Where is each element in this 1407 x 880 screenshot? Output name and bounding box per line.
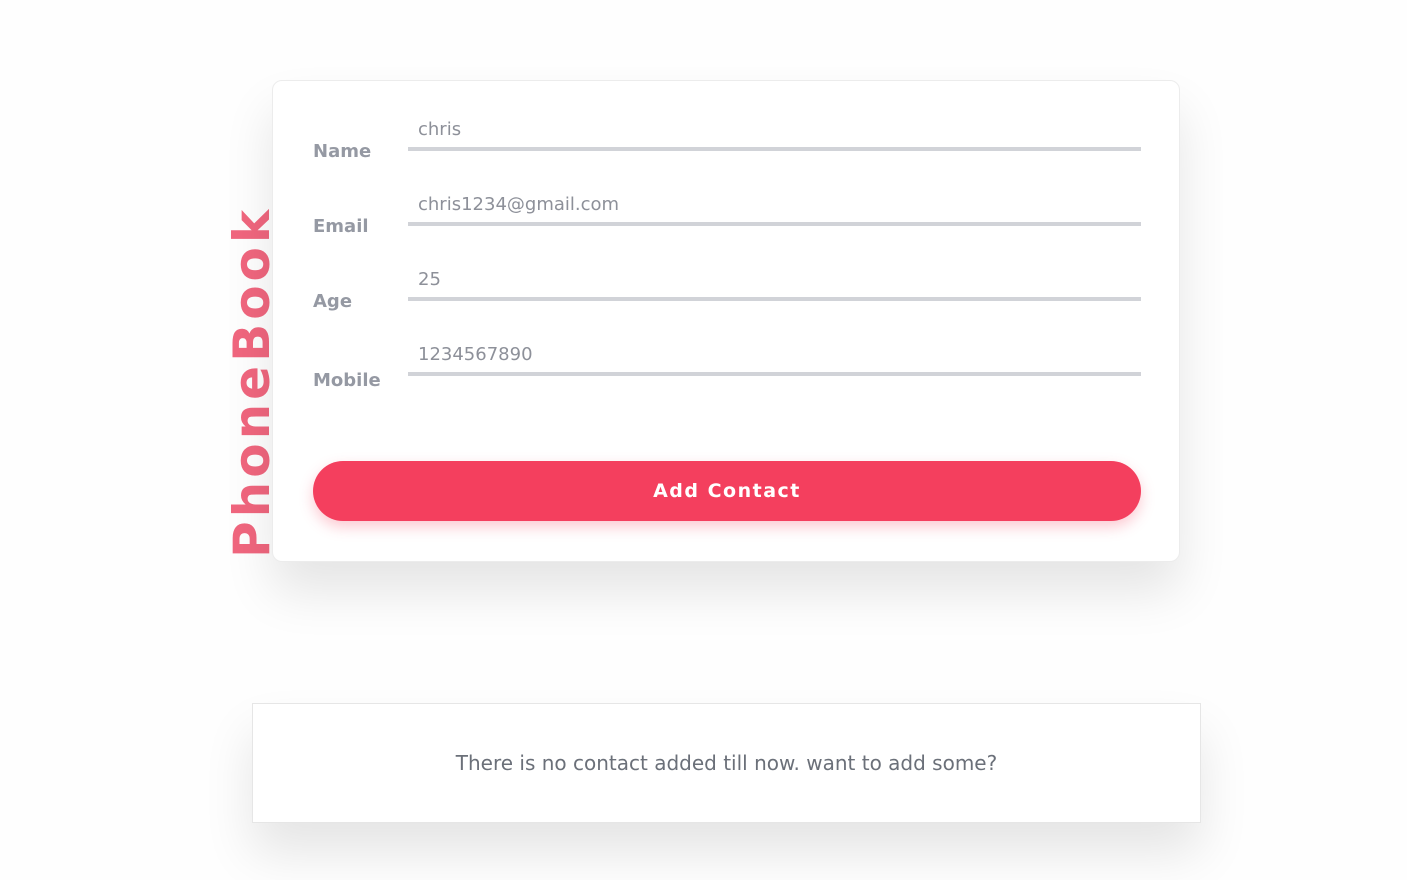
email-field-row: Email	[313, 186, 1141, 242]
brand-title: PhoneBook	[223, 205, 281, 558]
mobile-field-row: Mobile	[313, 336, 1141, 392]
name-field-row: Name	[313, 111, 1141, 167]
phonebook-page: PhoneBook Name Email Age Mobile Add Cont…	[0, 0, 1407, 880]
add-contact-button[interactable]: Add Contact	[313, 461, 1141, 521]
mobile-label: Mobile	[313, 370, 381, 391]
age-input[interactable]	[408, 261, 1141, 301]
contacts-empty-state: There is no contact added till now. want…	[252, 703, 1201, 823]
empty-state-message: There is no contact added till now. want…	[455, 751, 998, 775]
age-label: Age	[313, 291, 353, 312]
mobile-input[interactable]	[408, 336, 1141, 376]
name-label: Name	[313, 141, 372, 162]
email-label: Email	[313, 216, 369, 237]
add-contact-form: Name Email Age Mobile Add Contact	[272, 80, 1180, 562]
age-field-row: Age	[313, 261, 1141, 317]
email-input[interactable]	[408, 186, 1141, 226]
name-input[interactable]	[408, 111, 1141, 151]
